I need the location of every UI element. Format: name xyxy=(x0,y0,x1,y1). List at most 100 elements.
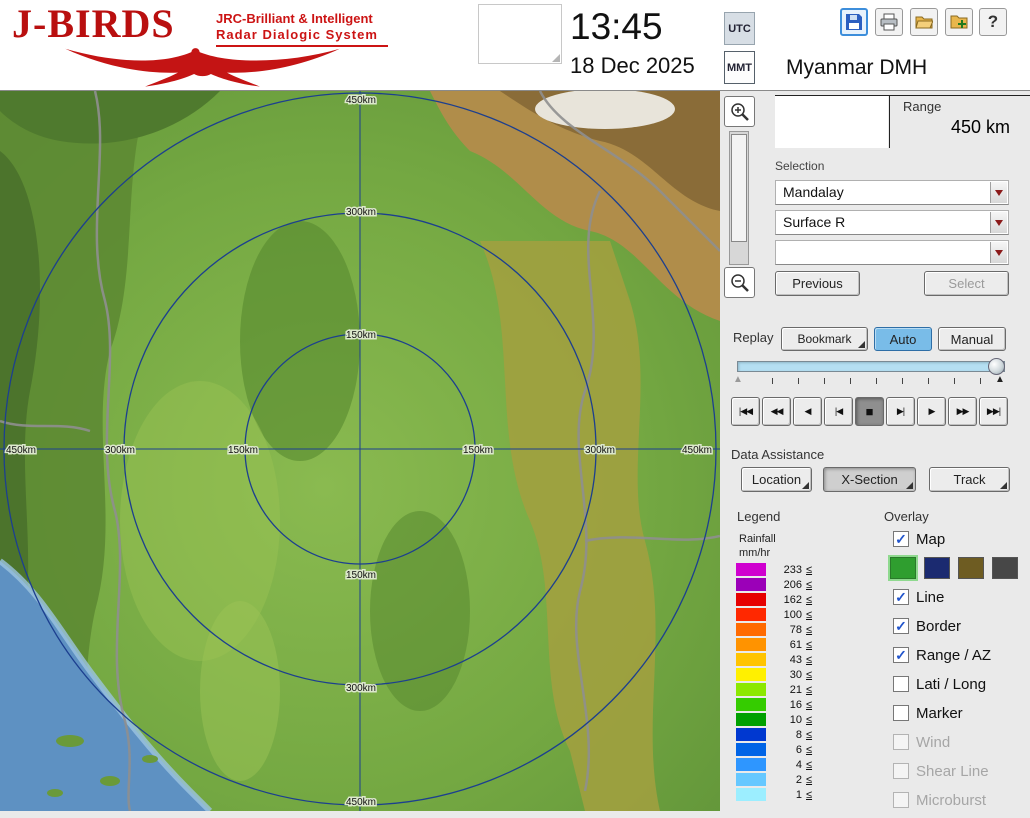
site-dropdown[interactable]: Mandalay xyxy=(775,180,1009,205)
fast-rewind-button[interactable]: ◀◀ xyxy=(762,397,791,426)
stop-button[interactable]: ■ xyxy=(855,397,884,426)
border-checkbox[interactable]: ✓ xyxy=(893,618,909,634)
track-button[interactable]: Track xyxy=(929,467,1010,492)
legend-row: 233≤ xyxy=(731,563,812,576)
shear-line-checkbox xyxy=(893,763,909,779)
overlay-item-map: ✓ Map xyxy=(884,528,1030,550)
location-button[interactable]: Location xyxy=(741,467,812,492)
range-label: Range xyxy=(903,99,941,114)
overlay-item-label: Microburst xyxy=(916,792,986,809)
x-section-button[interactable]: X-Section xyxy=(823,467,916,492)
overlay-options: ✓ Map ✓ Line ✓ Border ✓ Range / AZ Lati … xyxy=(884,528,1030,818)
open-folder-button[interactable] xyxy=(910,8,938,36)
zoom-slider-thumb[interactable] xyxy=(731,134,747,242)
replay-timeline-track[interactable] xyxy=(737,361,1005,372)
legend-color-bar xyxy=(736,698,766,711)
zoom-slider[interactable] xyxy=(729,131,749,265)
legend-value: 10 xyxy=(772,714,802,726)
previous-button[interactable]: Previous xyxy=(775,271,860,296)
product-dropdown[interactable]: Surface R xyxy=(775,210,1009,235)
station-title: Myanmar DMH xyxy=(786,56,927,80)
clock-date: 18 Dec 2025 xyxy=(570,53,695,79)
extra-dropdown-arrow[interactable] xyxy=(990,242,1007,263)
chevron-down-icon xyxy=(995,250,1003,260)
legend-value: 61 xyxy=(772,639,802,651)
legend-unit-line1: Rainfall xyxy=(739,533,776,545)
step-forward-button[interactable]: ▶| xyxy=(886,397,915,426)
legend-value: 43 xyxy=(772,654,802,666)
clock-time: 13:45 xyxy=(570,6,663,48)
app-logo-subtitle-1: JRC-Brilliant & Intelligent xyxy=(216,11,373,26)
map-style-green-swatch[interactable] xyxy=(890,557,916,579)
line-checkbox[interactable]: ✓ xyxy=(893,589,909,605)
legend-lte: ≤ xyxy=(806,684,812,696)
step-back-button[interactable]: |◀ xyxy=(824,397,853,426)
extra-dropdown[interactable] xyxy=(775,240,1009,265)
resize-grip-icon xyxy=(552,54,560,62)
ring-label: 450km xyxy=(6,445,36,456)
skip-to-end-button[interactable]: ▶▶| xyxy=(979,397,1008,426)
legend-row: 30≤ xyxy=(731,668,812,681)
overlay-item-range-az: ✓ Range / AZ xyxy=(884,644,1030,666)
legend-lte: ≤ xyxy=(806,594,812,606)
legend-unit-line2: mm/hr xyxy=(739,547,770,559)
ring-label: 300km xyxy=(585,445,615,456)
overlay-item-label[interactable]: Line xyxy=(916,589,944,606)
play-button[interactable]: ▶ xyxy=(917,397,946,426)
site-dropdown-arrow[interactable] xyxy=(990,182,1007,203)
legend-lte: ≤ xyxy=(806,729,812,741)
legend-value: 16 xyxy=(772,699,802,711)
microburst-checkbox xyxy=(893,792,909,808)
legend-color-bar xyxy=(736,743,766,756)
zoom-in-button[interactable] xyxy=(724,96,755,127)
help-button[interactable]: ? xyxy=(979,8,1007,36)
overlay-item-lati-long: Lati / Long xyxy=(884,673,1030,695)
bookmark-button[interactable]: Bookmark xyxy=(781,327,868,351)
map-style-navy-swatch[interactable] xyxy=(924,557,950,579)
select-button[interactable]: Select xyxy=(924,271,1009,296)
overlay-item-microburst: Microburst xyxy=(884,789,1030,811)
replay-timeline-thumb[interactable] xyxy=(988,358,1005,375)
ring-label: 150km xyxy=(228,445,258,456)
overlay-item-label[interactable]: Lati / Long xyxy=(916,676,986,693)
overlay-item-label[interactable]: Border xyxy=(916,618,961,635)
timezone-mmt-button[interactable]: MMT xyxy=(724,51,755,84)
marker-checkbox[interactable] xyxy=(893,705,909,721)
manual-mode-button[interactable]: Manual xyxy=(938,327,1006,351)
legend-color-bar xyxy=(736,563,766,576)
range-az-checkbox[interactable]: ✓ xyxy=(893,647,909,663)
zoom-out-button[interactable] xyxy=(724,267,755,298)
range-value: 450 km xyxy=(880,117,1010,138)
save-button[interactable] xyxy=(840,8,868,36)
map-style-olive-swatch[interactable] xyxy=(958,557,984,579)
save-icon xyxy=(845,13,863,31)
ring-label: 300km xyxy=(346,207,376,218)
product-dropdown-value: Surface R xyxy=(783,211,845,234)
chevron-down-icon xyxy=(995,190,1003,200)
header-bar: J-BIRDS JRC-Brilliant & Intelligent Rada… xyxy=(0,0,1030,91)
print-button[interactable] xyxy=(875,8,903,36)
legend-value: 206 xyxy=(772,579,802,591)
legend-lte: ≤ xyxy=(806,624,812,636)
map-style-gray-swatch[interactable] xyxy=(992,557,1018,579)
printer-icon xyxy=(880,13,898,31)
overlay-item-label[interactable]: Map xyxy=(916,531,945,548)
overlay-item-label[interactable]: Range / AZ xyxy=(916,647,991,664)
radar-map-canvas: 450km 300km 150km 150km 300km 450km 450k… xyxy=(0,91,720,811)
reverse-play-button[interactable]: ◀ xyxy=(793,397,822,426)
legend-color-bar xyxy=(736,788,766,801)
map-checkbox[interactable]: ✓ xyxy=(893,531,909,547)
fast-forward-button[interactable]: ▶▶ xyxy=(948,397,977,426)
lati-long-checkbox[interactable] xyxy=(893,676,909,692)
radar-map[interactable]: 450km 300km 150km 150km 300km 450km 450k… xyxy=(0,91,720,811)
legend-row: 43≤ xyxy=(731,653,812,666)
overlay-item-label[interactable]: Marker xyxy=(916,705,963,722)
auto-mode-button[interactable]: Auto xyxy=(874,327,932,351)
app-logo-subtitle-2: Radar Dialogic System xyxy=(216,27,378,42)
product-dropdown-arrow[interactable] xyxy=(990,212,1007,233)
skip-to-start-button[interactable]: |◀◀ xyxy=(731,397,760,426)
eagle-logo-icon xyxy=(10,46,395,88)
export-button[interactable] xyxy=(945,8,973,36)
legend-row: 16≤ xyxy=(731,698,812,711)
timezone-utc-button[interactable]: UTC xyxy=(724,12,755,45)
